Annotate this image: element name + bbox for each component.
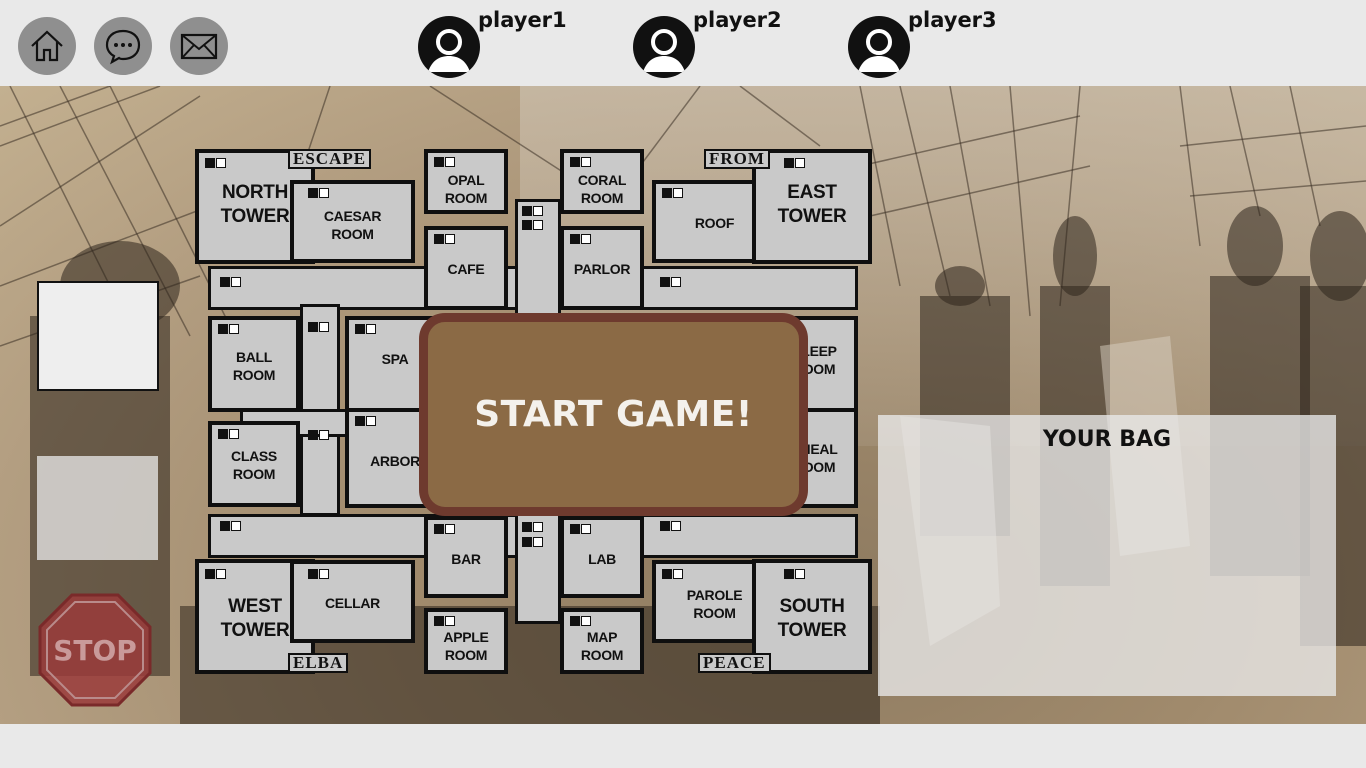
dice-indicator: [522, 206, 543, 217]
mail-icon: [180, 33, 218, 60]
room-coral[interactable]: CORAL ROOM: [560, 149, 644, 214]
inventory-bag-panel[interactable]: YOUR BAG: [878, 415, 1336, 696]
chat-icon: [105, 29, 141, 65]
room-label: LAB: [588, 551, 616, 567]
dice-indicator: [308, 322, 329, 333]
room-label: BALL ROOM: [232, 349, 276, 383]
room-label: BAR: [451, 551, 481, 567]
room-caesar[interactable]: CAESAR ROOM: [290, 180, 415, 263]
room-class[interactable]: CLASS ROOM: [208, 421, 300, 507]
room-label: APPLE ROOM: [443, 629, 489, 663]
room-label: OPAL ROOM: [444, 172, 488, 206]
start-game-label: START GAME!: [474, 394, 753, 435]
tag-escape: ESCAPE: [288, 149, 372, 169]
player-slot-1: player1: [418, 8, 598, 78]
room-label: PARLOR: [573, 261, 631, 277]
bag-title: YOUR BAG: [1042, 427, 1172, 452]
room-label: CELLAR: [325, 595, 380, 611]
tag-peace: PEACE: [698, 653, 771, 673]
dice-indicator: [784, 569, 805, 580]
player-name: player3: [908, 8, 997, 32]
dice-indicator: [308, 569, 329, 580]
dice-indicator: [434, 616, 455, 627]
dice-indicator: [434, 234, 455, 245]
dice-indicator: [308, 430, 329, 441]
top-bar: player1 player2 player3: [0, 0, 1366, 86]
dice-indicator: [355, 324, 376, 335]
dice-indicator: [434, 524, 455, 535]
room-bar[interactable]: BAR: [424, 516, 508, 598]
room-lab[interactable]: LAB: [560, 516, 644, 598]
deck-slot[interactable]: [37, 456, 158, 560]
room-label: MAP ROOM: [580, 629, 624, 663]
user-icon: [418, 16, 480, 78]
mail-button[interactable]: [170, 17, 228, 75]
user-icon: [848, 16, 910, 78]
dice-indicator: [660, 521, 681, 532]
dice-indicator: [662, 188, 683, 199]
player-slot-3: player3: [848, 8, 1028, 78]
room-label: CAFE: [447, 261, 485, 277]
home-button[interactable]: [18, 17, 76, 75]
room-map[interactable]: MAP ROOM: [560, 608, 644, 674]
room-ball[interactable]: BALL ROOM: [208, 316, 300, 412]
room-label: CORAL ROOM: [577, 172, 627, 206]
dice-indicator: [355, 416, 376, 427]
dice-indicator: [522, 220, 543, 231]
home-icon: [31, 30, 63, 62]
dice-indicator: [570, 524, 591, 535]
room-opal[interactable]: OPAL ROOM: [424, 149, 508, 214]
card-slot[interactable]: [37, 281, 159, 391]
room-label: CAESAR ROOM: [323, 208, 382, 242]
dice-indicator: [570, 234, 591, 245]
bottom-bar: [0, 724, 1366, 768]
room-label: EAST TOWER: [777, 182, 847, 227]
dice-indicator: [660, 277, 681, 288]
room-parlor[interactable]: PARLOR: [560, 226, 644, 310]
dice-indicator: [205, 569, 226, 580]
dice-indicator: [218, 429, 239, 440]
dice-indicator: [662, 569, 683, 580]
player-slot-2: player2: [633, 8, 813, 78]
room-east-tower[interactable]: EAST TOWER: [752, 149, 872, 264]
tag-elba: ELBA: [288, 653, 349, 673]
dice-indicator: [522, 522, 543, 533]
dice-indicator: [570, 157, 591, 168]
user-icon: [633, 16, 695, 78]
room-label: CLASS ROOM: [231, 448, 277, 482]
room-cafe[interactable]: CAFE: [424, 226, 508, 310]
chat-button[interactable]: [94, 17, 152, 75]
stop-label: STOP: [53, 634, 137, 667]
dice-indicator: [522, 537, 543, 548]
dice-indicator: [218, 324, 239, 335]
dice-indicator: [220, 277, 241, 288]
dice-indicator: [205, 158, 226, 169]
dice-indicator: [570, 616, 591, 627]
start-game-button[interactable]: START GAME!: [419, 313, 808, 516]
player-name: player1: [478, 8, 567, 32]
dice-indicator: [784, 158, 805, 169]
stop-button[interactable]: STOP: [38, 593, 152, 707]
dice-indicator: [434, 157, 455, 168]
tag-from: FROM: [704, 149, 770, 169]
dice-indicator: [308, 188, 329, 199]
room-apple[interactable]: APPLE ROOM: [424, 608, 508, 674]
room-cellar[interactable]: CELLAR: [290, 560, 415, 643]
player-name: player2: [693, 8, 782, 32]
dice-indicator: [220, 521, 241, 532]
room-label: SOUTH TOWER: [777, 596, 847, 641]
